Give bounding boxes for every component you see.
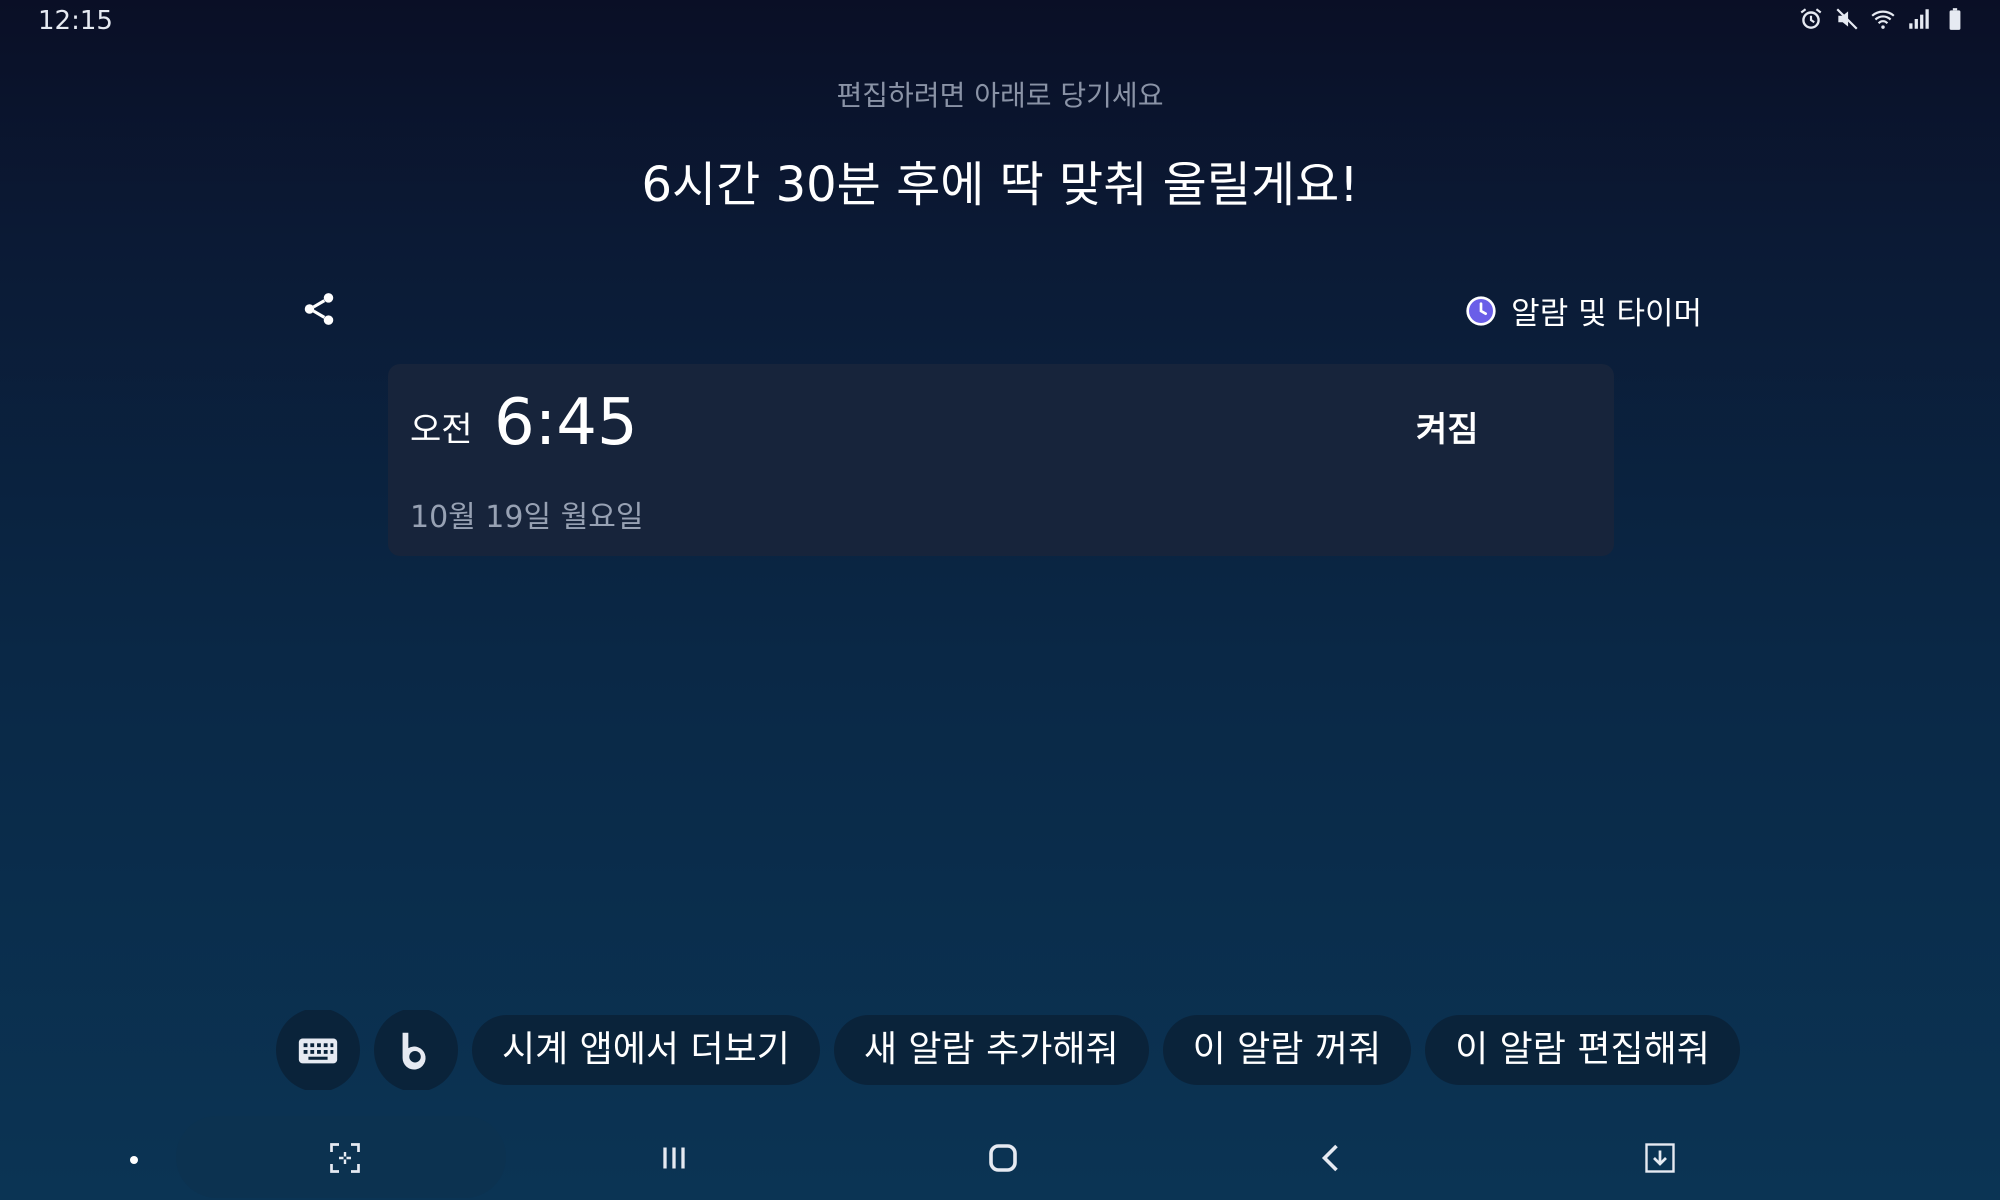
nav-indicator-dot: [130, 1156, 138, 1164]
bixby-button[interactable]: [374, 1010, 458, 1090]
alarm-ampm: 오전: [410, 410, 473, 450]
recent-apps-icon[interactable]: [644, 1128, 704, 1188]
mute-icon: [1836, 8, 1858, 30]
status-icons: [1798, 6, 1968, 32]
alarm-card[interactable]: 오전 6:45 켜짐 10월 19일 월요일: [388, 364, 1614, 556]
battery-icon: [1949, 8, 1961, 30]
app-link-label: 알람 및 타이머: [1511, 296, 1702, 332]
open-alarm-app-link[interactable]: 알람 및 타이머: [1465, 288, 1702, 333]
share-icon[interactable]: [300, 290, 338, 328]
back-icon[interactable]: [1302, 1128, 1362, 1188]
alarm-date: 10월 19일 월요일: [410, 500, 644, 535]
alarm-status: 켜짐: [1416, 410, 1479, 450]
chip-more-in-clock-app[interactable]: 시계 앱에서 더보기: [472, 1015, 820, 1085]
wifi-icon: [1871, 10, 1895, 29]
signal-icon: [1909, 9, 1929, 29]
alarm-time: 6:45: [494, 386, 638, 460]
response-headline: 6시간 30분 후에 딱 맞춰 울릴게요!: [641, 157, 1359, 213]
pull-down-hint: 편집하려면 아래로 당기세요: [836, 79, 1164, 112]
quick-actions: 시계 앱에서 더보기 새 알람 추가해줘 이 알람 꺼줘 이 알람 편집해줘: [276, 1010, 1752, 1090]
chip-add-alarm[interactable]: 새 알람 추가해줘: [833, 1015, 1149, 1085]
bixby-icon: [402, 1032, 426, 1070]
capture-icon[interactable]: [315, 1128, 375, 1188]
chip-edit-alarm[interactable]: 이 알람 편집해줘: [1425, 1015, 1740, 1085]
keyboard-icon: [298, 1038, 338, 1064]
alarm-icon: [1800, 8, 1822, 29]
home-icon[interactable]: [973, 1128, 1033, 1188]
keyboard-button[interactable]: [276, 1010, 360, 1090]
clock-icon: [1466, 295, 1496, 326]
chip-turn-off-alarm[interactable]: 이 알람 꺼줘: [1162, 1015, 1412, 1085]
download-icon[interactable]: [1630, 1128, 1690, 1188]
status-time: 12:15: [38, 6, 113, 36]
